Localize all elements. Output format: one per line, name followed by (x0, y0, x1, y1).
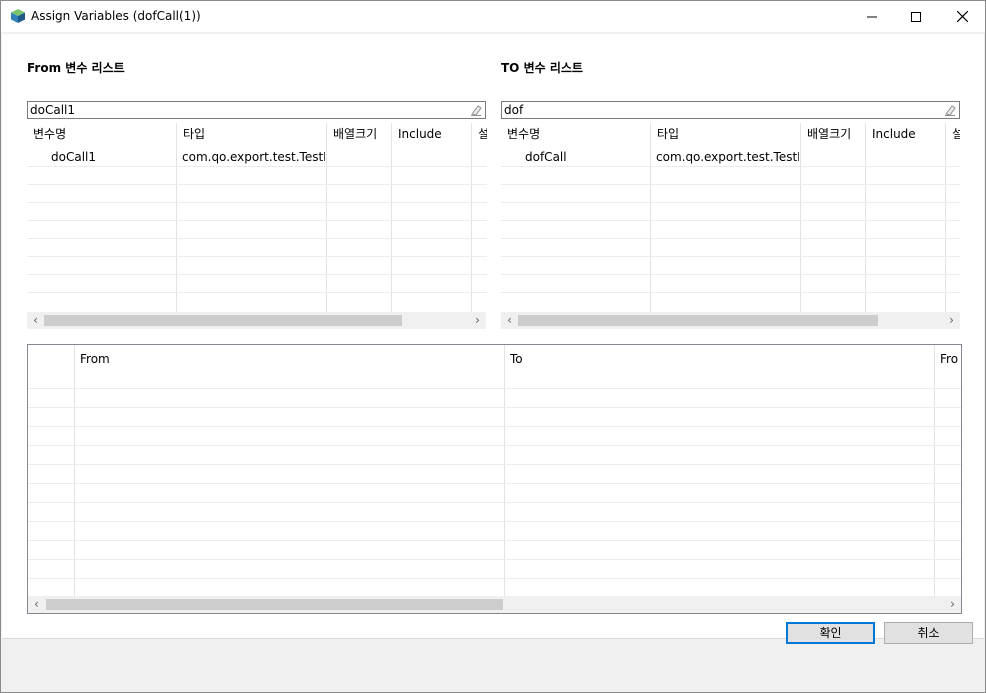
row-divider (501, 256, 960, 257)
row-divider (28, 540, 961, 541)
row-divider (501, 184, 960, 185)
from-table-hscrollbar[interactable]: ‹ › (27, 312, 486, 329)
grid-col-from-extra[interactable]: Fro (934, 348, 961, 370)
to-table-hscrollbar[interactable]: ‹ › (501, 312, 960, 329)
from-filter-field[interactable] (27, 101, 486, 119)
title-bar: Assign Variables (dofCall(1)) (1, 1, 985, 32)
from-filter-input[interactable] (30, 102, 463, 118)
to-filter-field[interactable] (501, 101, 960, 119)
grid-col-index[interactable] (28, 348, 74, 370)
from-variable-table: 변수명 타입 배열크기 Include 설 doCall1 com.qo.exp… (27, 123, 487, 312)
window-title: Assign Variables (dofCall(1)) (31, 9, 201, 23)
eraser-icon[interactable] (943, 103, 957, 117)
to-row-type: com.qo.export.test.TestD... (656, 150, 799, 164)
to-col-include[interactable]: Include (866, 123, 946, 145)
ok-button[interactable]: 확인 (786, 622, 875, 644)
scroll-thumb[interactable] (44, 315, 402, 326)
row-divider (28, 445, 961, 446)
to-col-type[interactable]: 타입 (651, 123, 801, 145)
scroll-right-icon[interactable]: › (943, 312, 960, 329)
app-cube-icon (11, 9, 25, 23)
grid-col-to[interactable]: To (504, 348, 934, 370)
from-row-name: doCall1 (51, 150, 96, 164)
row-divider (501, 274, 960, 275)
column-divider (176, 123, 177, 312)
column-divider (650, 123, 651, 312)
grid-col-from[interactable]: From (74, 348, 504, 370)
mapping-grid-hscrollbar[interactable]: ‹ › (28, 596, 961, 613)
to-row-name: dofCall (525, 150, 567, 164)
row-divider (28, 426, 961, 427)
from-col-type[interactable]: 타입 (177, 123, 327, 145)
row-divider (27, 292, 487, 293)
to-col-array-size[interactable]: 배열크기 (801, 123, 866, 145)
row-divider (28, 407, 961, 408)
from-col-include[interactable]: Include (392, 123, 472, 145)
row-divider (27, 256, 487, 257)
minimize-icon (867, 16, 877, 18)
from-list-title: From 변수 리스트 (27, 61, 125, 75)
row-divider (501, 238, 960, 239)
column-divider (865, 123, 866, 312)
scroll-right-icon[interactable]: › (944, 596, 961, 613)
minimize-button[interactable] (849, 1, 895, 32)
row-divider (27, 238, 487, 239)
row-divider (27, 166, 487, 167)
maximize-button[interactable] (893, 1, 939, 32)
to-col-name[interactable]: 변수명 (501, 123, 651, 145)
row-divider (27, 184, 487, 185)
column-divider (471, 123, 472, 312)
column-divider (391, 123, 392, 312)
to-col-desc[interactable]: 설 (946, 123, 960, 145)
row-divider (501, 166, 960, 167)
from-col-name[interactable]: 변수명 (27, 123, 177, 145)
eraser-icon[interactable] (469, 103, 483, 117)
maximize-icon (911, 12, 921, 22)
scroll-left-icon[interactable]: ‹ (28, 596, 45, 613)
scroll-right-icon[interactable]: › (469, 312, 486, 329)
row-divider (27, 220, 487, 221)
close-button[interactable] (939, 1, 985, 32)
close-icon (956, 10, 968, 23)
scroll-thumb[interactable] (46, 599, 503, 610)
row-divider (28, 464, 961, 465)
row-divider (28, 483, 961, 484)
from-row-type: com.qo.export.test.TestDo (182, 150, 325, 164)
row-divider (28, 578, 961, 579)
scroll-left-icon[interactable]: ‹ (501, 312, 518, 329)
row-divider (28, 502, 961, 503)
column-divider (945, 123, 946, 312)
cancel-button[interactable]: 취소 (884, 622, 973, 644)
row-divider (501, 292, 960, 293)
row-divider (28, 388, 961, 389)
scroll-left-icon[interactable]: ‹ (27, 312, 44, 329)
row-divider (501, 220, 960, 221)
column-divider (326, 123, 327, 312)
dialog-content: From 변수 리스트 변수명 타입 배열크기 Include 설 (2, 34, 984, 639)
from-col-array-size[interactable]: 배열크기 (327, 123, 392, 145)
row-divider (27, 274, 487, 275)
row-divider (501, 202, 960, 203)
assign-variables-dialog: Assign Variables (dofCall(1)) From 변수 리스… (0, 0, 986, 693)
scroll-thumb[interactable] (518, 315, 878, 326)
column-divider (800, 123, 801, 312)
to-variable-table: 변수명 타입 배열크기 Include 설 dofCall com.qo.exp… (501, 123, 960, 312)
row-divider (28, 521, 961, 522)
from-col-desc[interactable]: 설 (472, 123, 487, 145)
mapping-grid: From To Fro ‹ › (27, 344, 962, 614)
to-filter-input[interactable] (504, 102, 937, 118)
to-list-title: TO 변수 리스트 (501, 61, 583, 75)
row-divider (28, 559, 961, 560)
row-divider (27, 202, 487, 203)
